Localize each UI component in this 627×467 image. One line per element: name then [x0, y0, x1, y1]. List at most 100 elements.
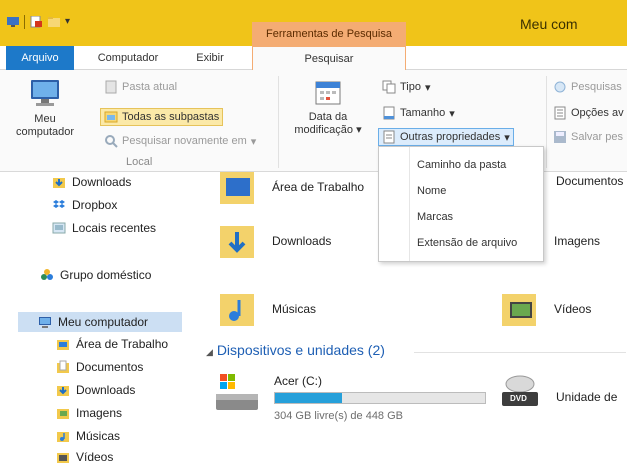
- tab-search[interactable]: Pesquisar: [252, 46, 406, 71]
- folder-music[interactable]: Músicas: [218, 288, 316, 330]
- tab-file[interactable]: Arquivo: [6, 46, 74, 70]
- menu-gutter: [409, 147, 410, 261]
- save-icon: [553, 130, 567, 144]
- window-title: Meu com: [520, 16, 578, 32]
- drive-usage-bar: [274, 392, 486, 404]
- title-bar: ▾ Ferramentas de Pesquisa Meu com: [0, 0, 627, 46]
- advanced-options-label: Opções av: [571, 107, 624, 119]
- nav-item-recent-places[interactable]: Locais recentes: [52, 221, 156, 235]
- options-icon: [553, 106, 567, 120]
- nav-item-this-pc[interactable]: Meu computador: [18, 312, 182, 332]
- date-modified-label-1: Data da: [308, 111, 348, 123]
- folder-videos[interactable]: Vídeos: [500, 288, 591, 330]
- folder-label: Downloads: [272, 234, 332, 248]
- advanced-options-button[interactable]: Opções av: [553, 106, 624, 120]
- new-folder-icon[interactable]: [47, 16, 61, 28]
- nav-label: Área de Trabalho: [76, 337, 169, 351]
- customize-toolbar-icon[interactable]: ▾: [65, 16, 73, 28]
- downloads-icon: [52, 175, 66, 189]
- date-modified-label-2: modificação ▾: [286, 124, 370, 137]
- size-label: Tamanho: [400, 107, 446, 119]
- nav-item-desktop[interactable]: Área de Trabalho: [56, 337, 168, 351]
- dvd-drive[interactable]: DVD Unidade de: [498, 370, 627, 420]
- folder-label: Músicas: [272, 302, 317, 316]
- search-again-icon: [104, 134, 118, 148]
- devices-section-header[interactable]: ◢ Dispositivos e unidades (2): [206, 342, 385, 358]
- size-button[interactable]: Tamanho ▾: [382, 106, 455, 120]
- nav-item-downloads-pc[interactable]: Downloads: [56, 383, 135, 397]
- properties-icon[interactable]: [29, 15, 43, 28]
- window-icon: [6, 16, 20, 28]
- recent-places-icon: [52, 221, 66, 235]
- nav-label: Documentos: [76, 360, 144, 374]
- folder-label: Imagens: [554, 234, 601, 248]
- drive-name: Acer (C:): [274, 374, 322, 388]
- kind-button[interactable]: Tipo ▾: [382, 80, 431, 94]
- menu-item-file-extension[interactable]: Extensão de arquivo: [417, 237, 517, 249]
- all-subfolders-button[interactable]: Todas as subpastas: [100, 108, 224, 126]
- nav-label: Músicas: [76, 429, 121, 443]
- drive-c[interactable]: Acer (C:) 304 GB livre(s) de 448 GB: [214, 370, 494, 430]
- subfolders-icon: [104, 110, 118, 124]
- quick-access-toolbar: ▾: [6, 15, 73, 29]
- desktop-folder-icon: [220, 172, 254, 204]
- nav-item-videos[interactable]: Vídeos: [56, 450, 113, 464]
- nav-item-documents[interactable]: Documentos: [56, 360, 143, 374]
- tab-view[interactable]: Exibir: [186, 46, 234, 70]
- current-folder-label: Pasta atual: [122, 81, 178, 93]
- nav-label: Meu computador: [58, 315, 149, 329]
- nav-label: Imagens: [76, 406, 123, 420]
- collapse-icon: ◢: [206, 347, 213, 357]
- nav-label: Dropbox: [72, 198, 118, 212]
- devices-header-label: Dispositivos e unidades (2): [216, 342, 385, 358]
- nav-item-downloads[interactable]: Downloads: [52, 175, 131, 189]
- local-group-label: Local: [126, 156, 153, 168]
- folder-label: Área de Trabalho: [272, 180, 365, 194]
- music-folder-icon: [56, 429, 70, 443]
- nav-item-pictures[interactable]: Imagens: [56, 406, 122, 420]
- music-folder-icon: [220, 294, 254, 326]
- my-computer-button[interactable]: Meu computador: [4, 78, 86, 139]
- other-properties-button[interactable]: Outras propriedades ▾: [378, 128, 514, 146]
- date-modified-text: modificação: [294, 124, 354, 136]
- downloads-folder-icon: [220, 226, 254, 258]
- menu-item-folder-path[interactable]: Caminho da pasta: [417, 159, 506, 171]
- size-icon: [382, 106, 396, 120]
- chevron-down-icon: ▾: [250, 135, 257, 148]
- kind-icon: [382, 80, 396, 94]
- drive-free-space: 304 GB livre(s) de 448 GB: [274, 410, 404, 422]
- tab-computer[interactable]: Computador: [86, 46, 170, 70]
- my-computer-label-2: computador: [15, 126, 75, 138]
- nav-item-dropbox[interactable]: Dropbox: [52, 198, 117, 212]
- my-computer-label-1: Meu: [34, 113, 56, 125]
- navigation-pane: Downloads Dropbox Locais recentes Grupo …: [0, 172, 200, 467]
- recent-searches-button[interactable]: Pesquisas: [553, 80, 622, 94]
- homegroup-icon: [40, 268, 54, 282]
- search-tools-context-label: Ferramentas de Pesquisa: [252, 22, 406, 46]
- folder-downloads[interactable]: Downloads: [218, 220, 331, 262]
- save-search-button[interactable]: Salvar pes: [553, 130, 623, 144]
- dvd-badge: DVD: [510, 394, 527, 403]
- calendar-icon: [315, 81, 341, 105]
- pictures-folder-icon: [56, 406, 70, 420]
- menu-item-name[interactable]: Nome: [417, 185, 446, 197]
- computer-icon: [38, 315, 52, 329]
- videos-folder-icon: [56, 450, 70, 464]
- current-folder-button[interactable]: Pasta atual: [104, 80, 177, 94]
- all-subfolders-label: Todas as subpastas: [122, 111, 220, 123]
- nav-label: Downloads: [72, 175, 132, 189]
- group-divider: [278, 76, 279, 168]
- search-again-label: Pesquisar novamente em: [122, 135, 247, 147]
- menu-item-tags[interactable]: Marcas: [417, 211, 453, 223]
- section-divider: [414, 352, 626, 353]
- save-search-label: Salvar pes: [571, 131, 623, 143]
- nav-label: Downloads: [76, 383, 136, 397]
- drive-usage-fill: [275, 393, 343, 403]
- nav-item-homegroup[interactable]: Grupo doméstico: [40, 268, 151, 282]
- nav-item-music[interactable]: Músicas: [56, 429, 120, 443]
- videos-folder-icon: [502, 294, 536, 326]
- folder-desktop[interactable]: Área de Trabalho: [218, 166, 364, 208]
- search-again-button[interactable]: Pesquisar novamente em ▾: [104, 134, 256, 148]
- folder-label: Vídeos: [554, 302, 592, 316]
- date-modified-button[interactable]: Data da modificação ▾: [286, 78, 370, 137]
